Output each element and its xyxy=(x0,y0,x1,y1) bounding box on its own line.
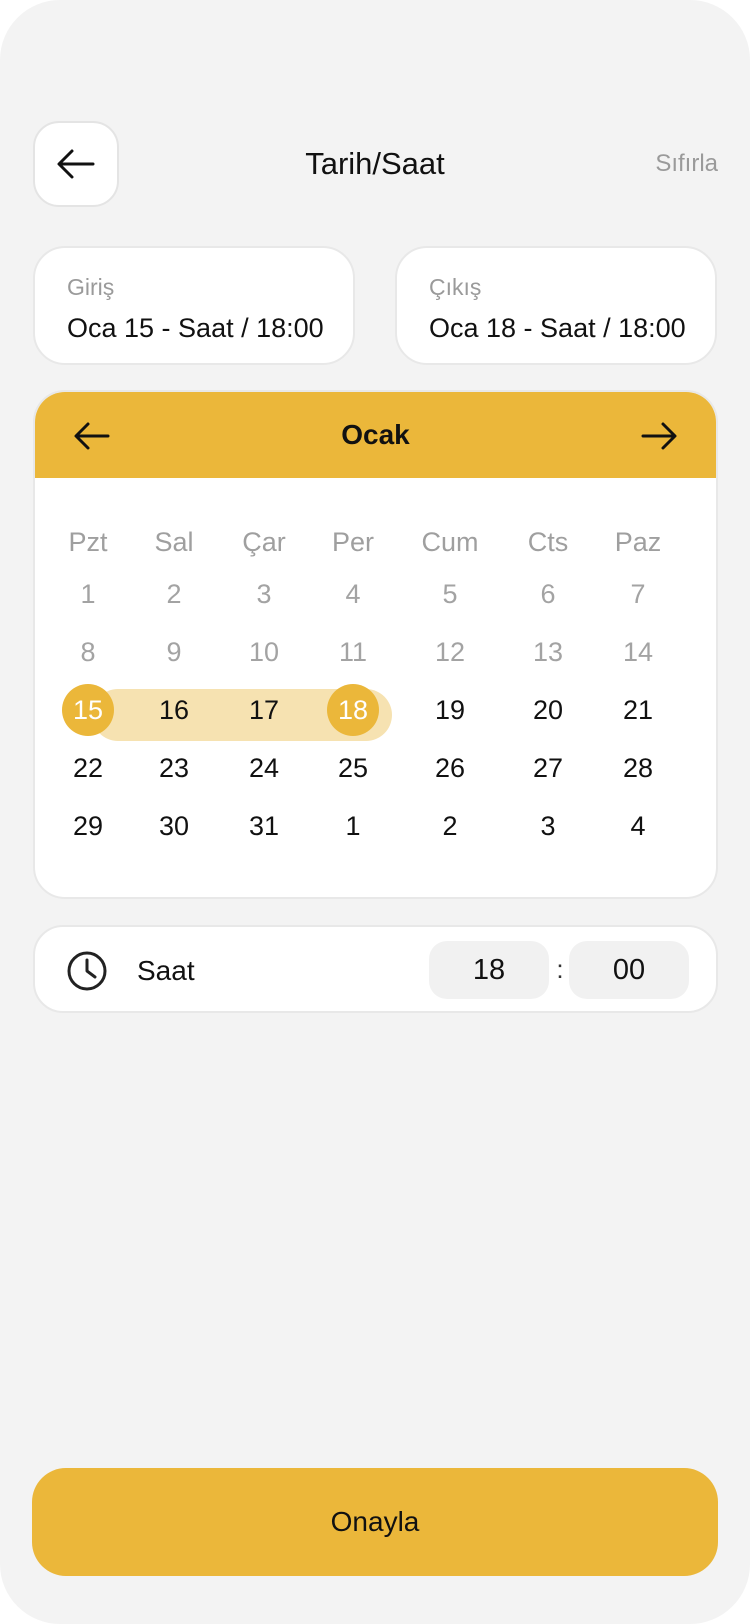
checkin-value: Oca 15 - Saat / 18:00 xyxy=(67,313,324,343)
calendar-day[interactable]: 23 xyxy=(134,750,214,786)
calendar-day: 11 xyxy=(338,637,368,667)
calendar-day: 6 xyxy=(540,579,556,609)
calendar-day[interactable]: 25 xyxy=(313,750,393,786)
weekday-label: Paz xyxy=(614,527,662,557)
calendar-header: Ocak xyxy=(35,392,716,478)
calendar-day[interactable]: 2 xyxy=(410,808,490,844)
calendar-day[interactable]: 22 xyxy=(48,750,128,786)
calendar-day: 1 xyxy=(80,579,96,609)
calendar-day[interactable]: 28 xyxy=(598,750,678,786)
calendar-day[interactable]: 1 xyxy=(313,808,393,844)
page-title: Tarih/Saat xyxy=(305,146,445,181)
calendar-day: 14 xyxy=(622,637,654,667)
calendar-day: 8 xyxy=(80,637,96,667)
weekday-label: Sal xyxy=(154,527,194,557)
calendar: Ocak Pzt Sal Çar Per Cum Cts Paz 1 2 3 4 5 6 7 8 9 10 11… xyxy=(33,390,718,899)
next-month-button[interactable] xyxy=(637,414,681,458)
calendar-day[interactable]: 29 xyxy=(48,808,128,844)
calendar-day[interactable]: 3 xyxy=(508,808,588,844)
time-label: Saat xyxy=(137,955,195,986)
weekday-label: Çar xyxy=(242,527,286,557)
calendar-day-selected[interactable]: 15 xyxy=(48,692,128,728)
arrow-right-icon xyxy=(641,422,677,450)
reset-button[interactable]: Sıfırla xyxy=(655,148,718,180)
calendar-day: 13 xyxy=(532,637,564,667)
calendar-day: 5 xyxy=(442,579,458,609)
month-label: Ocak xyxy=(341,419,410,450)
calendar-day[interactable]: 27 xyxy=(508,750,588,786)
checkin-card[interactable]: Giriş Oca 15 - Saat / 18:00 xyxy=(33,246,355,365)
screen: Tarih/Saat Sıfırla Giriş Oca 15 - Saat /… xyxy=(0,0,750,1624)
weekday-label: Cts xyxy=(527,527,569,557)
calendar-day[interactable]: 31 xyxy=(224,808,304,844)
minute-input[interactable]: 00 xyxy=(569,941,689,999)
checkin-label: Giriş xyxy=(67,274,115,300)
calendar-day[interactable]: 21 xyxy=(598,692,678,728)
time-separator: : xyxy=(556,954,564,984)
checkout-value: Oca 18 - Saat / 18:00 xyxy=(429,313,686,343)
calendar-day: 3 xyxy=(256,579,272,609)
calendar-day: 10 xyxy=(248,637,280,667)
time-row: Saat 18 : 00 xyxy=(33,925,718,1013)
calendar-day[interactable]: 26 xyxy=(410,750,490,786)
calendar-day[interactable]: 4 xyxy=(598,808,678,844)
calendar-day[interactable]: 19 xyxy=(410,692,490,728)
calendar-day-selected[interactable]: 18 xyxy=(313,692,393,728)
calendar-day[interactable]: 30 xyxy=(134,808,214,844)
calendar-day[interactable]: 16 xyxy=(134,692,214,728)
calendar-day[interactable]: 17 xyxy=(224,692,304,728)
weekday-label: Pzt xyxy=(68,527,108,557)
calendar-day: 2 xyxy=(166,579,182,609)
confirm-button[interactable]: Onayla xyxy=(32,1468,718,1576)
calendar-day: 4 xyxy=(345,579,361,609)
calendar-day: 9 xyxy=(166,637,182,667)
weekday-label: Cum xyxy=(421,527,479,557)
hour-input[interactable]: 18 xyxy=(429,941,549,999)
checkout-card[interactable]: Çıkış Oca 18 - Saat / 18:00 xyxy=(395,246,717,365)
calendar-day[interactable]: 24 xyxy=(224,750,304,786)
calendar-day[interactable]: 20 xyxy=(508,692,588,728)
weekday-label: Per xyxy=(331,527,375,557)
clock-icon xyxy=(67,951,107,991)
checkout-label: Çıkış xyxy=(429,274,482,300)
calendar-day: 12 xyxy=(434,637,466,667)
calendar-day: 7 xyxy=(630,579,646,609)
